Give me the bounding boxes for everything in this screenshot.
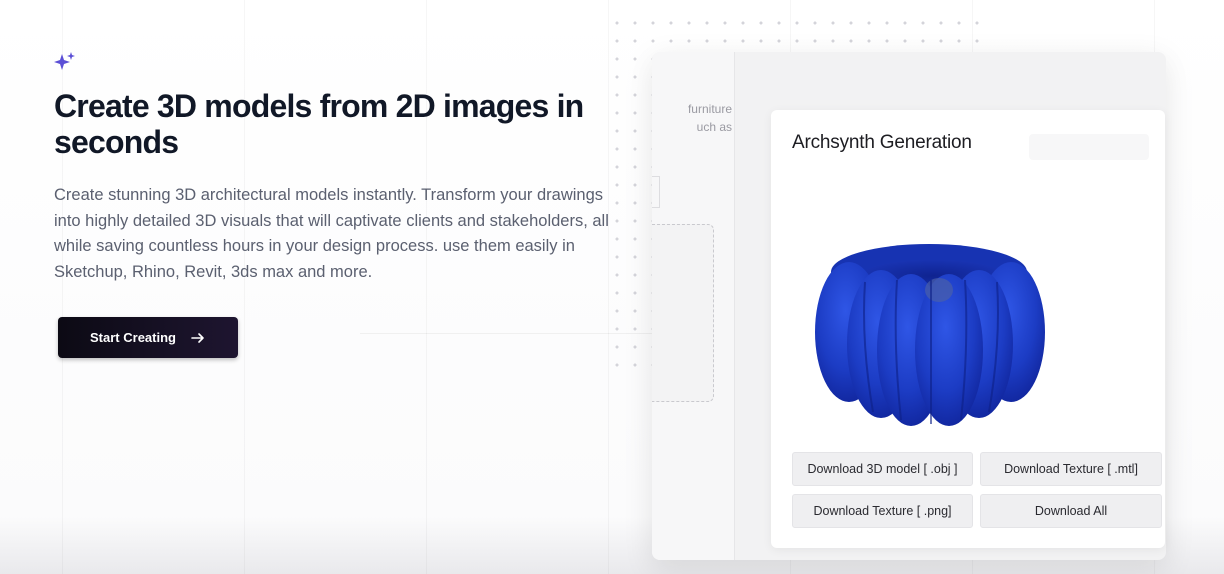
start-creating-label: Start Creating bbox=[90, 330, 176, 345]
sofa-model-image bbox=[815, 244, 1045, 426]
generation-card: Archsynth Generation Download 3D model [… bbox=[771, 110, 1165, 548]
partial-text-line-2: uch as bbox=[696, 120, 732, 134]
download-all-button[interactable]: Download All bbox=[980, 494, 1162, 528]
hero-description: Create stunning 3D architectural models … bbox=[54, 186, 609, 281]
download-png-button[interactable]: Download Texture [ .png] bbox=[792, 494, 973, 528]
preview-side-panel: furniture uch as bbox=[652, 52, 735, 560]
sparkle-icon bbox=[53, 51, 77, 73]
hero-headline: Create 3D models from 2D images in secon… bbox=[54, 88, 584, 160]
preview-input-edge bbox=[652, 176, 660, 208]
download-mtl-button[interactable]: Download Texture [ .mtl] bbox=[980, 452, 1162, 486]
download-obj-button[interactable]: Download 3D model [ .obj ] bbox=[792, 452, 973, 486]
preview-partial-text: furniture uch as bbox=[652, 100, 732, 136]
partial-text-line-1: furniture bbox=[687, 102, 732, 116]
model-preview[interactable] bbox=[811, 232, 1051, 432]
start-creating-button[interactable]: Start Creating bbox=[58, 317, 238, 358]
landing-page: Create 3D models from 2D images in secon… bbox=[0, 0, 1224, 574]
card-placeholder-bar bbox=[1029, 134, 1149, 160]
card-title: Archsynth Generation bbox=[792, 132, 972, 153]
upload-dropzone bbox=[652, 224, 714, 402]
arrow-right-icon bbox=[191, 332, 204, 343]
